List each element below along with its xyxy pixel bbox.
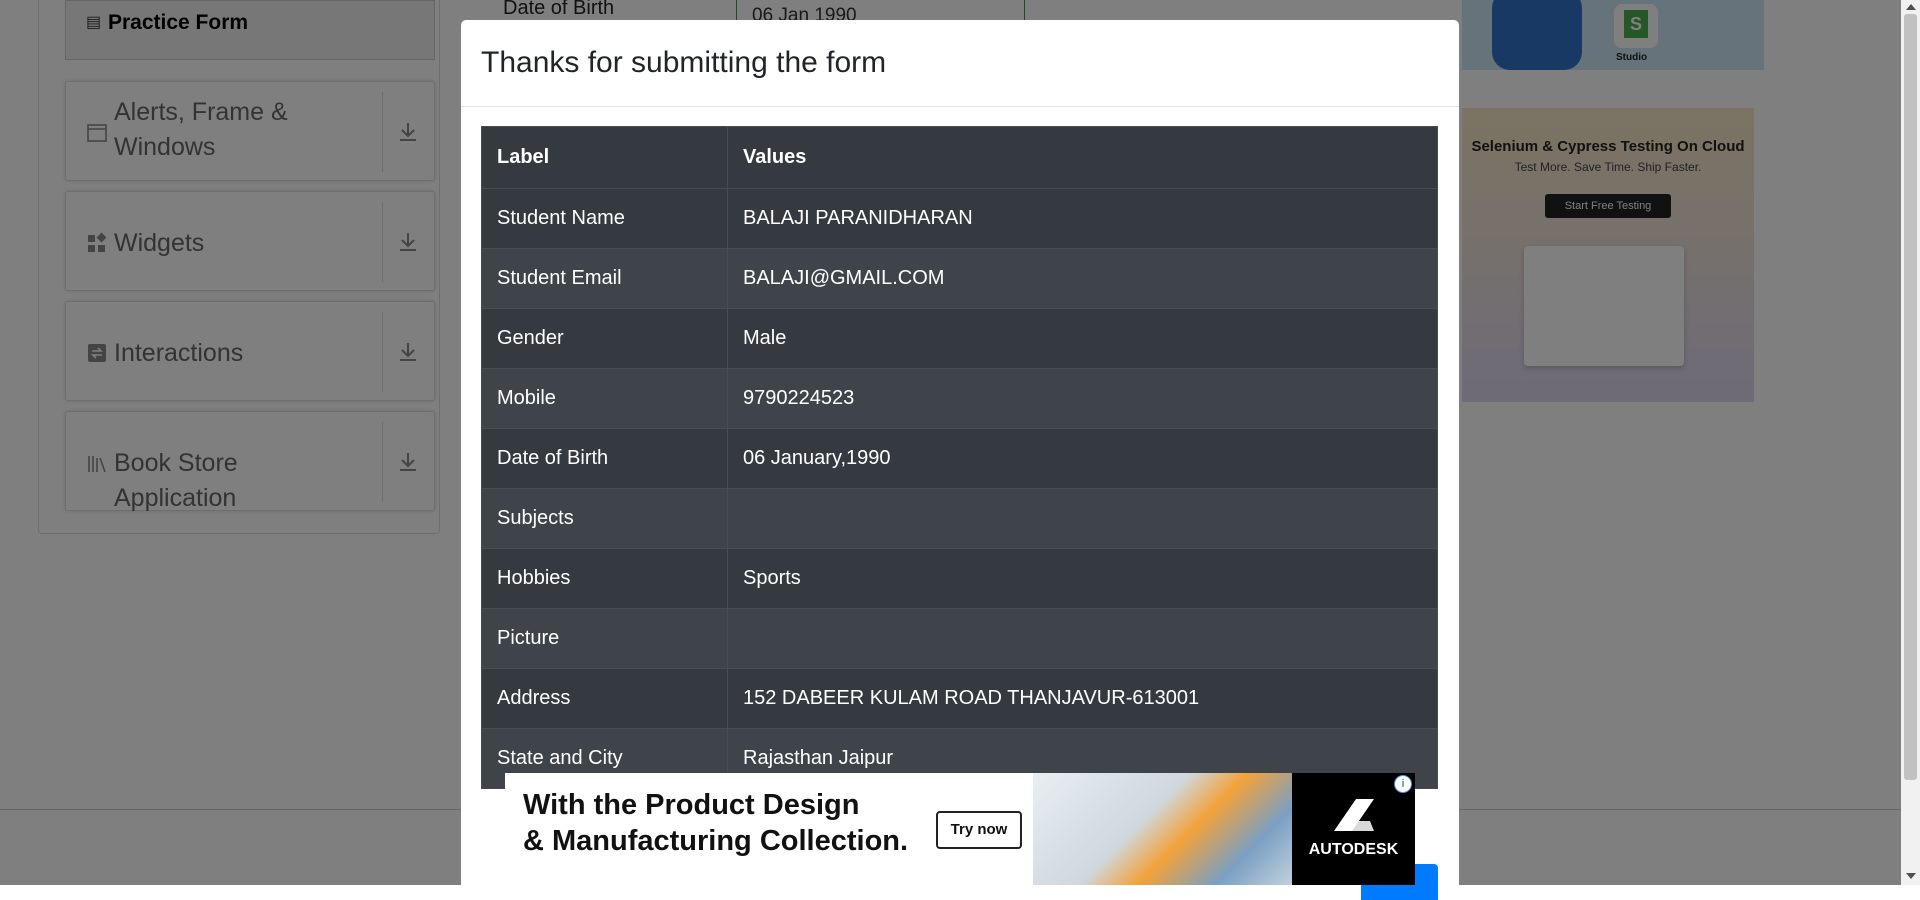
table-row: Hobbies Sports: [481, 548, 1438, 609]
row-label: Picture: [481, 608, 728, 669]
ad-headline-line1: With the Product Design: [523, 789, 860, 821]
table-row: Subjects: [481, 488, 1438, 549]
autodesk-ad-banner[interactable]: With the Product Design & Manufacturing …: [505, 773, 1415, 885]
row-value: BALAJI PARANIDHARAN: [727, 188, 1438, 249]
row-label: Gender: [481, 308, 728, 369]
row-value: 152 DABEER KULAM ROAD THANJAVUR-613001: [727, 668, 1438, 729]
row-label: Address: [481, 668, 728, 729]
try-now-button[interactable]: Try now: [936, 811, 1022, 849]
table-header-row: Label Values: [481, 126, 1438, 189]
row-value: BALAJI@GMAIL.COM: [727, 248, 1438, 309]
ad-info-icon[interactable]: i: [1394, 775, 1412, 793]
row-value: 06 January,1990: [727, 428, 1438, 489]
row-value: [727, 608, 1438, 669]
table-row: Address 152 DABEER KULAM ROAD THANJAVUR-…: [481, 668, 1438, 729]
scroll-thumb[interactable]: [1904, 14, 1917, 780]
row-label: Date of Birth: [481, 428, 728, 489]
row-label: Subjects: [481, 488, 728, 549]
page-scrollbar[interactable]: [1901, 0, 1920, 885]
table-row: Student Name BALAJI PARANIDHARAN: [481, 188, 1438, 249]
row-value: Male: [727, 308, 1438, 369]
row-label: Student Name: [481, 188, 728, 249]
row-label: Hobbies: [481, 548, 728, 609]
table-row: Picture: [481, 608, 1438, 669]
autodesk-logo-icon: [1334, 799, 1374, 831]
table-row: Student Email BALAJI@GMAIL.COM: [481, 248, 1438, 309]
table-row: Gender Male: [481, 308, 1438, 369]
row-label: Mobile: [481, 368, 728, 429]
table-row: Mobile 9790224523: [481, 368, 1438, 429]
machine-illustration: [1033, 773, 1313, 885]
row-value: Sports: [727, 548, 1438, 609]
modal-header: Thanks for submitting the form: [461, 20, 1459, 107]
page: ▤ Practice Form Alerts, Frame & Windows …: [0, 0, 1920, 900]
row-value: 9790224523: [727, 368, 1438, 429]
table-row: Date of Birth 06 January,1990: [481, 428, 1438, 489]
header-values: Values: [727, 126, 1438, 189]
ad-headline-line2: & Manufacturing Collection.: [523, 825, 909, 857]
results-table: Label Values Student Name BALAJI PARANID…: [481, 126, 1438, 789]
scroll-down-arrow-icon[interactable]: [1906, 873, 1916, 879]
row-label: Student Email: [481, 248, 728, 309]
autodesk-brand-name: AUTODESK: [1308, 841, 1399, 858]
scroll-up-arrow-icon[interactable]: [1906, 4, 1916, 10]
modal-title: Thanks for submitting the form: [481, 46, 887, 79]
header-label: Label: [481, 126, 728, 189]
submission-modal: Thanks for submitting the form Label Val…: [461, 20, 1459, 900]
row-value: [727, 488, 1438, 549]
